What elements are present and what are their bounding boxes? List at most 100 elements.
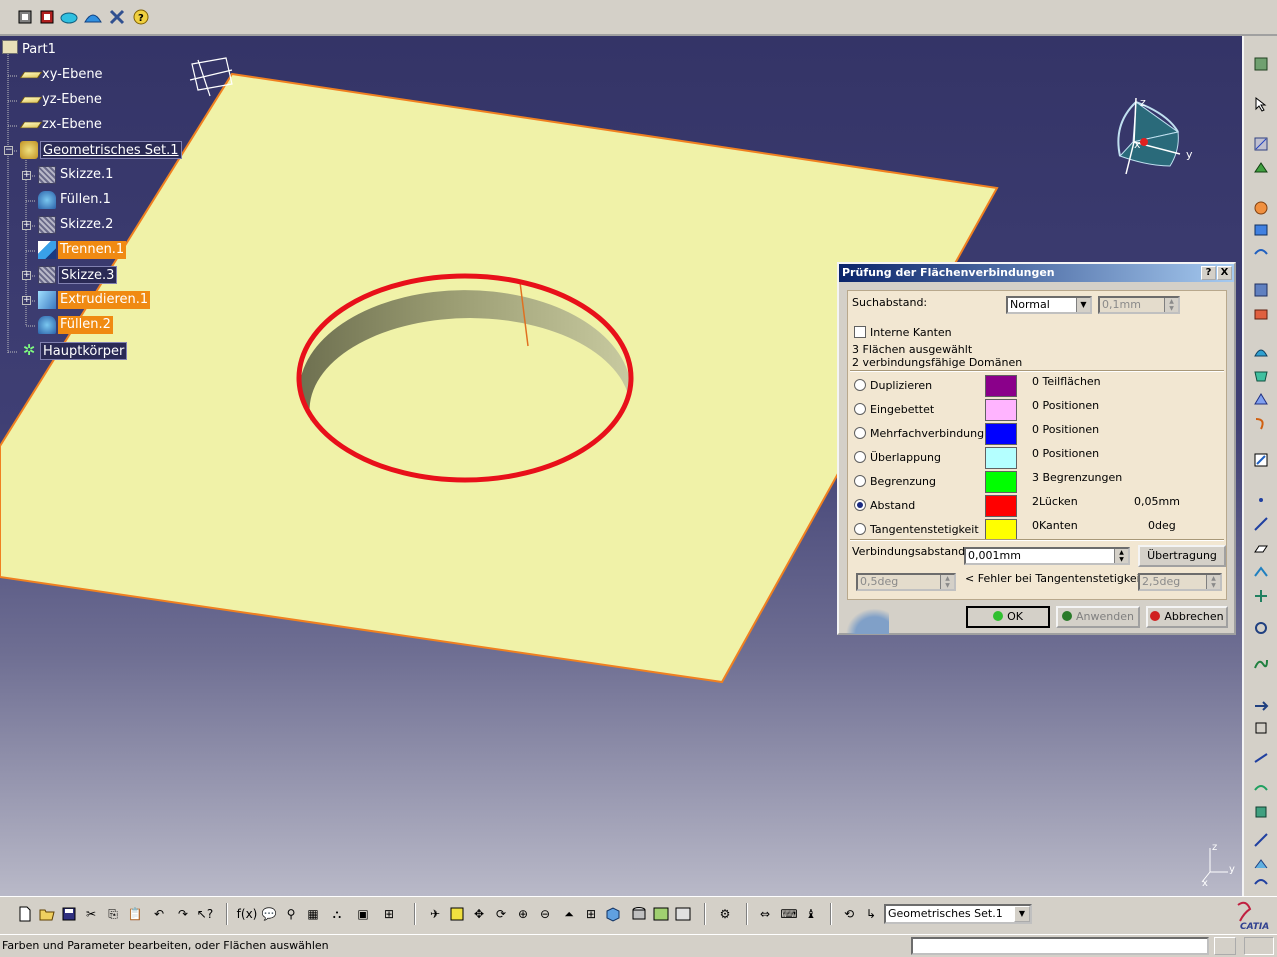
table-icon[interactable]: ▦	[304, 905, 322, 923]
comment-icon[interactable]: 💬	[260, 905, 278, 923]
network-icon[interactable]	[84, 8, 102, 26]
cut-icon[interactable]: ✂	[82, 905, 100, 923]
extrapolate-icon[interactable]	[1252, 856, 1270, 872]
new-icon[interactable]	[16, 905, 34, 923]
expand-icon[interactable]: +	[22, 171, 31, 180]
close-button[interactable]: X	[1217, 266, 1232, 280]
catalog-icon[interactable]: ▣	[354, 905, 372, 923]
cloud-icon[interactable]	[60, 8, 78, 26]
plane-shape-icon[interactable]	[1252, 540, 1270, 556]
search-value-field[interactable]: 0,1mm ▲ ▼	[1098, 296, 1180, 314]
iso-view-icon[interactable]	[604, 905, 622, 923]
option-radio[interactable]	[854, 475, 866, 487]
cancel-button[interactable]: Abbrechen	[1146, 606, 1228, 628]
tree-node-main-body[interactable]: Hauptkörper	[40, 342, 128, 360]
hierarchy-icon[interactable]: ⊞	[380, 905, 398, 923]
blend-icon[interactable]	[1252, 392, 1270, 408]
option-radio[interactable]	[854, 523, 866, 535]
tree-node-xy-plane[interactable]: xy-Ebene	[40, 66, 105, 84]
apply-material-icon[interactable]: ⚙	[716, 905, 734, 923]
revolve-icon[interactable]	[1252, 306, 1270, 322]
expand-icon[interactable]: +	[22, 221, 31, 230]
status-button[interactable]	[1214, 937, 1236, 955]
circle-tool-icon[interactable]	[1252, 620, 1270, 636]
open-icon[interactable]	[38, 905, 56, 923]
save-icon[interactable]	[60, 905, 78, 923]
redo-icon[interactable]: ↷	[174, 905, 192, 923]
fit-all-icon[interactable]	[448, 905, 466, 923]
tree-node-sketch-1[interactable]: Skizze.1	[58, 166, 115, 184]
axis-to-axis-icon[interactable]	[1252, 832, 1270, 848]
pan-icon[interactable]: ✥	[470, 905, 488, 923]
resize-grip[interactable]	[1244, 937, 1274, 955]
tree-node-yz-plane[interactable]: yz-Ebene	[40, 91, 104, 109]
paste-icon[interactable]: 📋	[126, 905, 144, 923]
color-swatch[interactable]	[985, 495, 1017, 517]
tangent-min-field[interactable]: 0,5deg ▲ ▼	[856, 573, 956, 591]
standard-icon[interactable]	[16, 8, 34, 26]
measure-between-icon[interactable]: ⇔	[756, 905, 774, 923]
line-icon[interactable]	[1252, 222, 1270, 238]
sketch-tool-icon[interactable]	[1252, 136, 1270, 152]
help-icon[interactable]: ?	[132, 8, 150, 26]
select-icon[interactable]	[1252, 96, 1270, 112]
spline-icon[interactable]	[1252, 656, 1270, 672]
connection-distance-field[interactable]: 0,001mm ▲ ▼	[964, 547, 1130, 565]
translate-icon[interactable]	[1252, 698, 1270, 714]
tree-node-fill-1[interactable]: Füllen.1	[58, 191, 113, 209]
help-button[interactable]: ?	[1201, 266, 1216, 280]
check-connection-icon[interactable]	[1252, 452, 1270, 468]
affinity-icon[interactable]	[1252, 804, 1270, 820]
current-set-select[interactable]: Geometrisches Set.1 ▼	[884, 904, 1032, 924]
command-input[interactable]	[911, 937, 1209, 955]
custom-icon[interactable]	[38, 8, 56, 26]
tools-icon[interactable]	[108, 8, 126, 26]
expand-icon[interactable]: +	[22, 296, 31, 305]
zoom-out-icon[interactable]: ⊖	[536, 905, 554, 923]
exit-sketch-icon[interactable]	[1252, 160, 1270, 176]
tree-node-part1[interactable]: Part1	[20, 41, 58, 59]
color-swatch[interactable]	[985, 447, 1017, 469]
tree-node-extrude-1[interactable]: Extrudieren.1	[58, 291, 151, 309]
transfer-button[interactable]: Übertragung	[1138, 545, 1226, 567]
undo-icon[interactable]: ↶	[150, 905, 168, 923]
tree-node-split-1[interactable]: Trennen.1	[58, 241, 127, 259]
projection-icon[interactable]	[1252, 564, 1270, 580]
knowledge-icon[interactable]: ⛬	[328, 905, 346, 923]
workbench-icon[interactable]	[1252, 56, 1270, 72]
option-radio[interactable]	[854, 427, 866, 439]
tree-node-sketch-3[interactable]: Skizze.3	[58, 266, 118, 284]
tangent-max-field[interactable]: 2,5deg ▲ ▼	[1138, 573, 1222, 591]
option-radio[interactable]	[854, 451, 866, 463]
tree-node-sketch-2[interactable]: Skizze.2	[58, 216, 115, 234]
expand-icon[interactable]: +	[22, 271, 31, 280]
tree-node-geometric-set[interactable]: Geometrisches Set.1	[40, 141, 182, 159]
measure-item-icon[interactable]: ⌨	[780, 905, 798, 923]
rotate-view-icon[interactable]: ⟳	[492, 905, 510, 923]
compass[interactable]: z y x	[1108, 94, 1198, 204]
option-radio[interactable]	[854, 379, 866, 391]
measure-inertia-icon[interactable]: ♝	[802, 905, 820, 923]
update-icon[interactable]: ⟲	[840, 905, 858, 923]
fill-tool-icon[interactable]	[1252, 368, 1270, 384]
axis-system-tool-icon[interactable]: ↳	[862, 905, 880, 923]
ok-button[interactable]: OK	[966, 606, 1050, 628]
scan-icon[interactable]: ⚲	[282, 905, 300, 923]
option-radio[interactable]	[854, 403, 866, 415]
sweep-icon[interactable]	[1252, 344, 1270, 360]
shading-icon[interactable]	[630, 905, 648, 923]
apply-button[interactable]: Anwenden	[1056, 606, 1140, 628]
collapse-icon[interactable]: −	[4, 146, 13, 155]
scaling-icon[interactable]	[1252, 780, 1270, 796]
color-swatch[interactable]	[985, 399, 1017, 421]
color-swatch[interactable]	[985, 375, 1017, 397]
whats-this-icon[interactable]: ↖?	[196, 905, 214, 923]
swap-space-icon[interactable]	[674, 905, 692, 923]
option-radio[interactable]	[854, 499, 866, 511]
internal-edges-checkbox[interactable]	[854, 326, 866, 338]
point-tool-icon[interactable]	[1252, 492, 1270, 508]
rotate-icon[interactable]	[1252, 720, 1270, 736]
zoom-in-icon[interactable]: ⊕	[514, 905, 532, 923]
multi-view-icon[interactable]: ⊞	[582, 905, 600, 923]
plane-tool-icon[interactable]	[1252, 244, 1270, 260]
